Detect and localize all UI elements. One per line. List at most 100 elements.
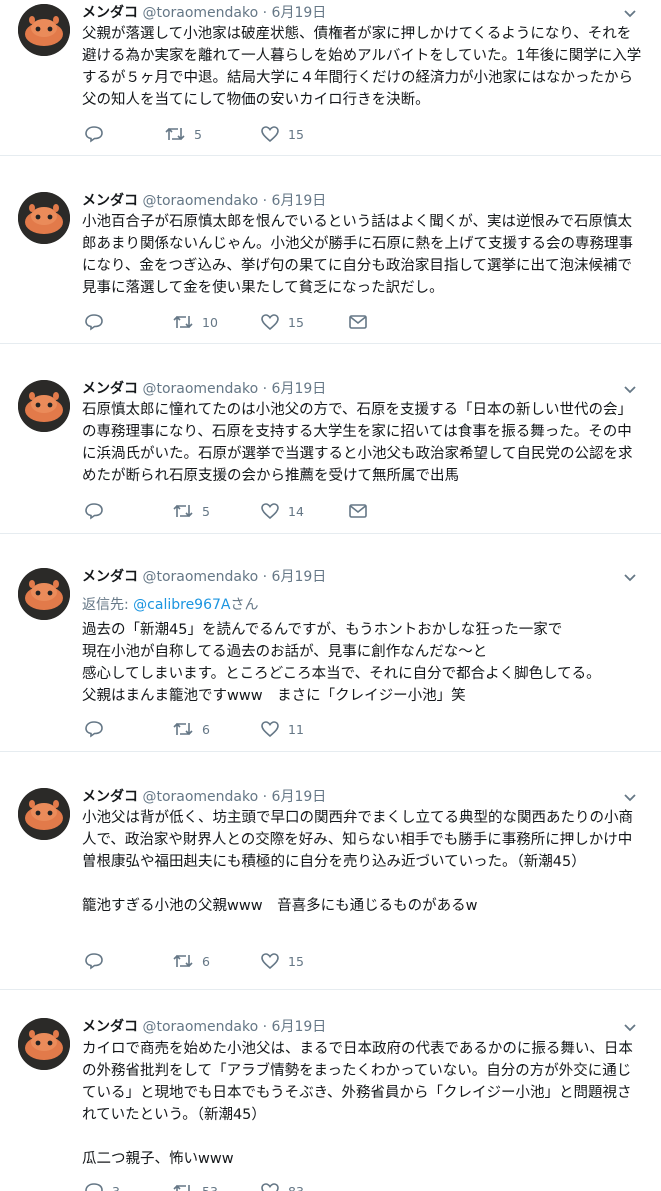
- username[interactable]: @toraomendako: [142, 193, 258, 209]
- tweet-date[interactable]: 6月19日: [272, 193, 327, 209]
- tweet-date[interactable]: 6月19日: [272, 381, 327, 397]
- reply-icon: [85, 1183, 103, 1191]
- tweet[interactable]: メンダコ @toraomendako · 6月19日 小池父は背が低く、坊主頭で…: [0, 752, 661, 990]
- reply-icon: [85, 953, 103, 970]
- reply-icon: [85, 721, 103, 738]
- tweet-date[interactable]: 6月19日: [272, 569, 327, 585]
- chevron-down-icon[interactable]: [623, 1020, 637, 1034]
- username[interactable]: @toraomendako: [142, 569, 258, 585]
- avatar[interactable]: [18, 568, 70, 620]
- username[interactable]: @toraomendako: [142, 5, 258, 21]
- retweet-button[interactable]: 53: [172, 1180, 218, 1191]
- chevron-down-icon[interactable]: [623, 570, 637, 584]
- retweet-count: 6: [202, 953, 210, 969]
- like-button[interactable]: 83: [260, 1180, 304, 1191]
- like-count: 14: [288, 503, 304, 519]
- reply-context: 返信先: @calibre967Aさん: [82, 594, 258, 614]
- retweet-button[interactable]: 10: [172, 311, 218, 333]
- username[interactable]: @toraomendako: [142, 789, 258, 805]
- retweet-button[interactable]: 6: [172, 950, 210, 972]
- direct-message-button[interactable]: [348, 311, 368, 333]
- tweet-actions: 5 14: [84, 500, 384, 522]
- octopus-avatar-image: [18, 4, 70, 56]
- heart-icon: [261, 1183, 279, 1191]
- tweet-text: 小池百合子が石原慎太郎を恨んでいるという話はよく聞くが、実は逆恨みで石原慎太郎あ…: [82, 214, 633, 296]
- tweet-text: 石原慎太郎に憧れてたのは小池父の方で、石原を支援する「日本の新しい世代の会」の専…: [82, 402, 633, 484]
- tweet[interactable]: メンダコ @toraomendako · 6月19日 カイロで商売を始めた小池父…: [0, 990, 661, 1191]
- reply-icon: [85, 314, 103, 331]
- tweet-date[interactable]: 6月19日: [272, 5, 327, 21]
- octopus-avatar-image: [18, 1018, 70, 1070]
- tweet[interactable]: メンダコ @toraomendako · 6月19日 石原慎太郎に憧れてたのは小…: [0, 344, 661, 534]
- like-count: 11: [288, 721, 304, 737]
- retweet-icon: [173, 954, 193, 968]
- display-name[interactable]: メンダコ: [82, 381, 138, 397]
- like-count: 15: [288, 953, 304, 969]
- username[interactable]: @toraomendako: [142, 381, 258, 397]
- reply-to-user-link[interactable]: @calibre967A: [133, 597, 230, 613]
- like-button[interactable]: 15: [260, 311, 304, 333]
- retweet-count: 10: [202, 314, 218, 330]
- display-name[interactable]: メンダコ: [82, 1019, 138, 1035]
- like-button[interactable]: 15: [260, 123, 304, 145]
- avatar[interactable]: [18, 192, 70, 244]
- tweet-header: メンダコ @toraomendako · 6月19日: [82, 190, 621, 210]
- retweet-button[interactable]: 5: [164, 123, 202, 145]
- retweet-button[interactable]: 6: [172, 718, 210, 740]
- retweet-icon: [173, 722, 193, 736]
- tweet-text: 父親が落選して小池家は破産状態、債権者が家に押しかけてくるようになり、それを避け…: [82, 26, 642, 108]
- reply-button[interactable]: [84, 950, 104, 972]
- retweet-count: 53: [202, 1183, 218, 1191]
- chevron-down-icon[interactable]: [623, 382, 637, 396]
- avatar[interactable]: [18, 1018, 70, 1070]
- like-button[interactable]: 14: [260, 500, 304, 522]
- octopus-avatar-image: [18, 568, 70, 620]
- octopus-avatar-image: [18, 192, 70, 244]
- tweet-text: カイロで商売を始めた小池父は、まるで日本政府の代表であるかのに振る舞い、日本の外…: [82, 1041, 633, 1167]
- retweet-button[interactable]: 5: [172, 500, 210, 522]
- reply-button[interactable]: [84, 123, 104, 145]
- display-name[interactable]: メンダコ: [82, 5, 138, 21]
- avatar[interactable]: [18, 4, 70, 56]
- separator-dot: ·: [262, 381, 268, 397]
- username[interactable]: @toraomendako: [142, 1019, 258, 1035]
- retweet-icon: [173, 504, 193, 518]
- tweet-actions: 5 15: [84, 123, 384, 145]
- heart-icon: [261, 721, 279, 738]
- tweet[interactable]: メンダコ @toraomendako · 6月19日 返信先: @calibre…: [0, 534, 661, 752]
- like-button[interactable]: 11: [260, 718, 304, 740]
- tweet[interactable]: メンダコ @toraomendako · 6月19日 小池百合子が石原慎太郎を恨…: [0, 156, 661, 344]
- tweet-date[interactable]: 6月19日: [272, 789, 327, 805]
- tweet-date[interactable]: 6月19日: [272, 1019, 327, 1035]
- separator-dot: ·: [262, 1019, 268, 1035]
- reply-button[interactable]: [84, 500, 104, 522]
- tweet[interactable]: メンダコ @toraomendako · 6月19日 父親が落選して小池家は破産…: [0, 0, 661, 156]
- like-count: 15: [288, 126, 304, 142]
- reply-button[interactable]: 3: [84, 1180, 120, 1191]
- heart-icon: [261, 314, 279, 331]
- retweet-count: 6: [202, 721, 210, 737]
- tweet-header: メンダコ @toraomendako · 6月19日: [82, 2, 621, 22]
- like-button[interactable]: 15: [260, 950, 304, 972]
- display-name[interactable]: メンダコ: [82, 193, 138, 209]
- reply-count: 3: [112, 1183, 120, 1191]
- like-count: 15: [288, 314, 304, 330]
- envelope-icon: [349, 315, 367, 329]
- tweet-header: メンダコ @toraomendako · 6月19日: [82, 1016, 621, 1036]
- separator-dot: ·: [262, 789, 268, 805]
- avatar[interactable]: [18, 788, 70, 840]
- reply-button[interactable]: [84, 311, 104, 333]
- tweet-header: メンダコ @toraomendako · 6月19日: [82, 378, 621, 398]
- separator-dot: ·: [262, 5, 268, 21]
- separator-dot: ·: [262, 569, 268, 585]
- retweet-icon: [173, 1184, 190, 1191]
- tweet-actions: 6 15: [84, 950, 384, 972]
- display-name[interactable]: メンダコ: [82, 789, 138, 805]
- chevron-down-icon[interactable]: [623, 6, 637, 20]
- heart-icon: [261, 126, 279, 143]
- chevron-down-icon[interactable]: [623, 790, 637, 804]
- direct-message-button[interactable]: [348, 500, 368, 522]
- reply-button[interactable]: [84, 718, 104, 740]
- display-name[interactable]: メンダコ: [82, 569, 138, 585]
- avatar[interactable]: [18, 380, 70, 432]
